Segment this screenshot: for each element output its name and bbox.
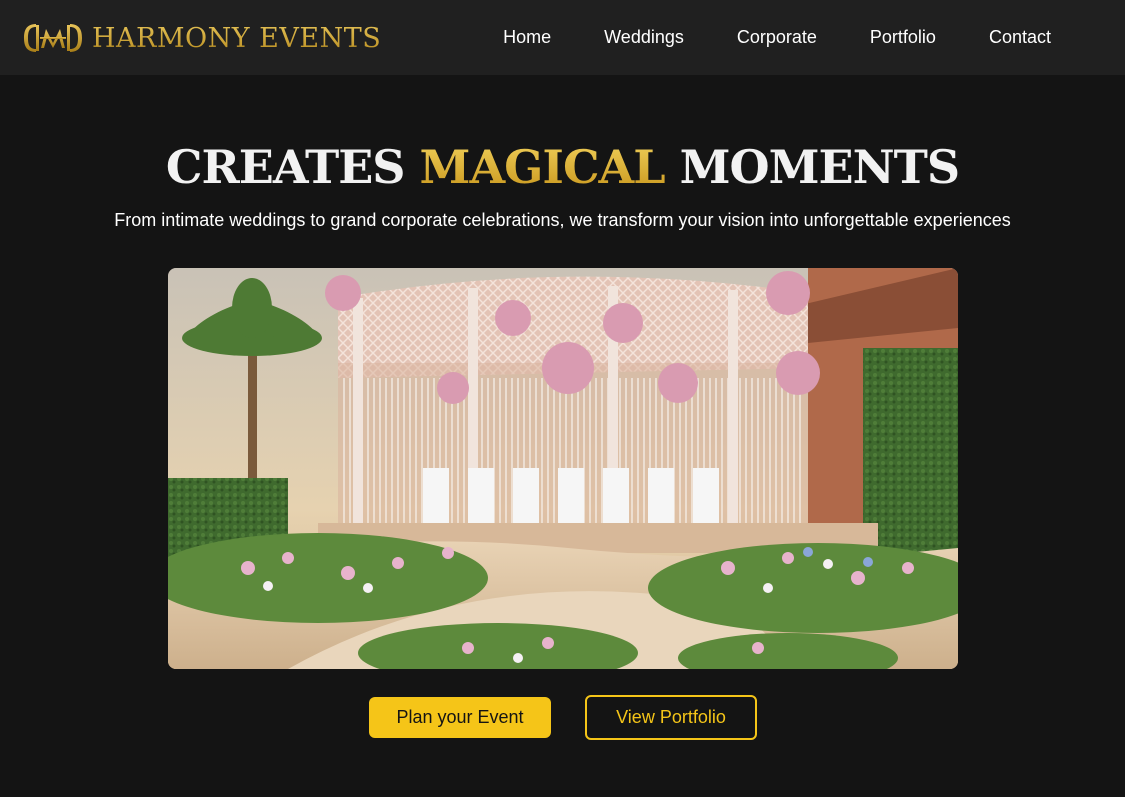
brand-logo-link[interactable]: HARMONY EVENTS <box>22 18 381 58</box>
plan-event-button[interactable]: Plan your Event <box>369 697 551 738</box>
hero-subtitle: From intimate weddings to grand corporat… <box>114 210 1011 230</box>
wedding-venue-illustration <box>168 268 958 669</box>
navbar: HARMONY EVENTS Home Weddings Corporate P… <box>0 0 1125 75</box>
hero-title: CREATES MAGICAL MOMENTS <box>0 140 1125 194</box>
monogram-logo-icon <box>24 24 82 52</box>
hero-title-part1: CREATES <box>165 140 406 194</box>
nav-portfolio[interactable]: Portfolio <box>870 27 936 48</box>
nav-contact[interactable]: Contact <box>989 27 1051 48</box>
view-portfolio-button[interactable]: View Portfolio <box>585 695 757 740</box>
brand-name: HARMONY EVENTS <box>92 22 382 54</box>
nav-corporate[interactable]: Corporate <box>737 27 817 48</box>
hero-title-part2: MOMENTS <box>679 140 960 194</box>
nav-home[interactable]: Home <box>503 27 551 48</box>
hero-image <box>168 268 958 669</box>
hero-title-accent: MAGICAL <box>419 140 666 194</box>
main-nav: Home Weddings Corporate Portfolio Contac… <box>503 0 1051 75</box>
nav-weddings[interactable]: Weddings <box>604 27 684 48</box>
